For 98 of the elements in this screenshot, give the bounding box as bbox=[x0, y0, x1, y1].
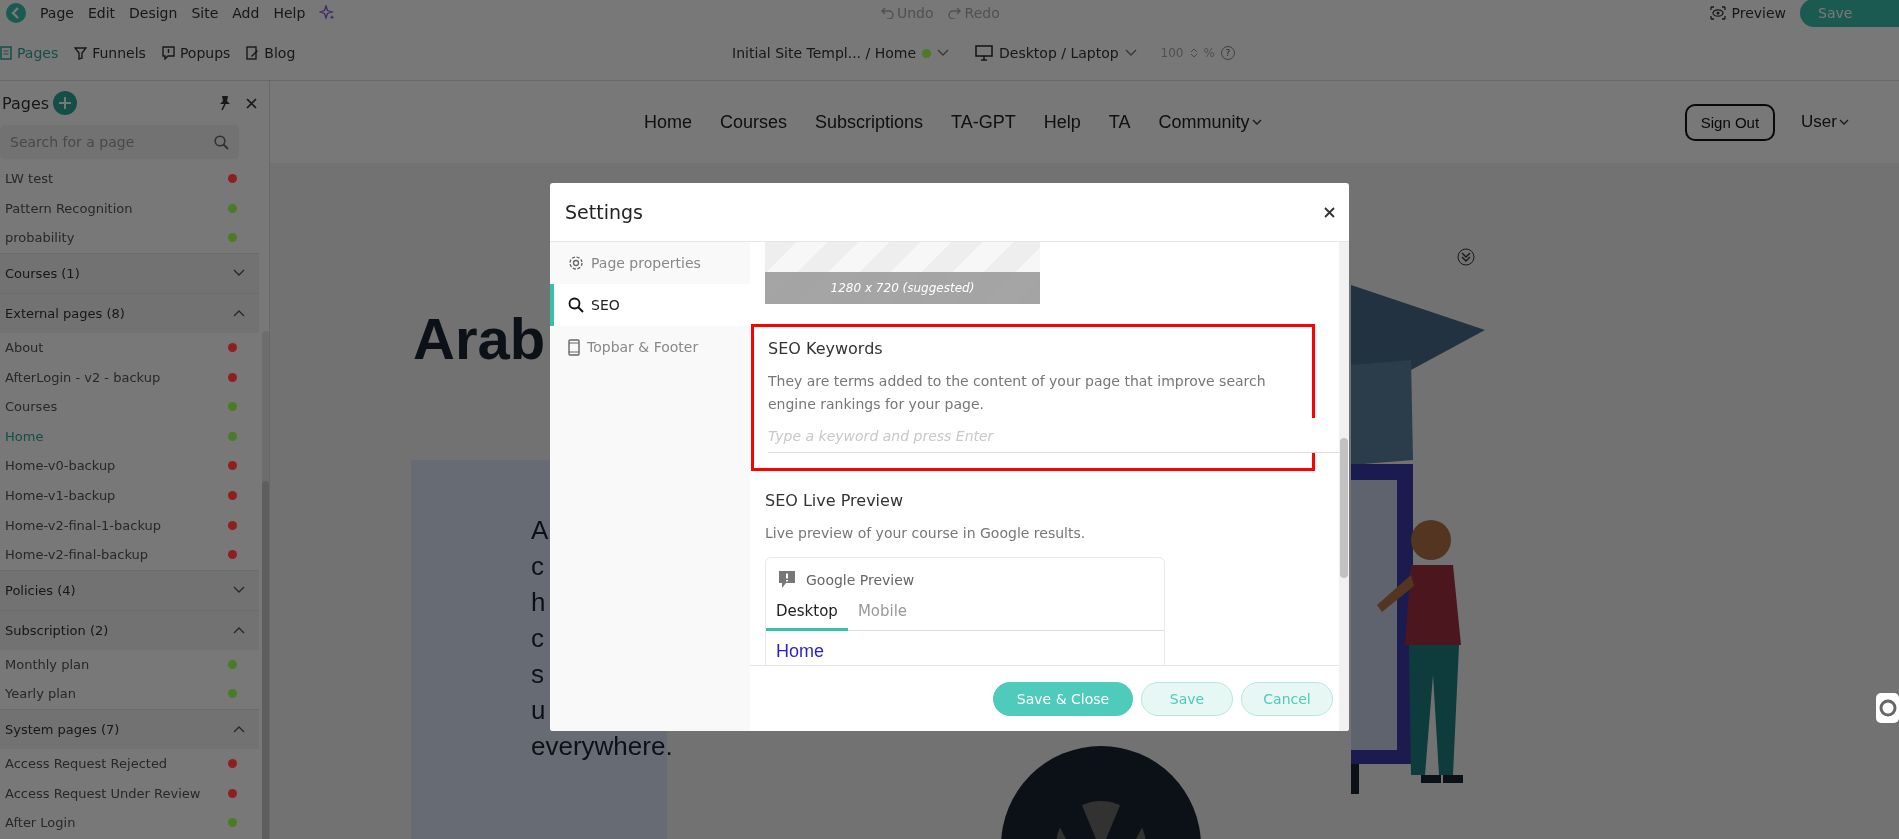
gear-icon bbox=[568, 255, 584, 271]
menu-item[interactable]: Help bbox=[273, 5, 306, 21]
chevron-down-icon bbox=[937, 49, 950, 57]
sidebar-entry[interactable]: Yearly plan bbox=[0, 679, 259, 709]
editor-tab[interactable]: Popups bbox=[161, 45, 231, 61]
hero-text: c bbox=[531, 550, 544, 583]
group-header[interactable]: Subscription (2) bbox=[0, 609, 259, 650]
section-description: Live preview of your course in Google results. bbox=[765, 524, 1087, 543]
nav-link[interactable]: TA-GPT bbox=[951, 111, 1016, 133]
tablet-icon bbox=[568, 338, 580, 356]
stepper-icon[interactable] bbox=[1189, 47, 1198, 59]
nav-link[interactable]: Home bbox=[644, 111, 692, 133]
sparkle-icon[interactable] bbox=[319, 5, 336, 21]
scrollbar-thumb[interactable] bbox=[1340, 438, 1348, 578]
sidebar-entry[interactable]: Courses bbox=[0, 391, 259, 422]
menu-item[interactable]: Design bbox=[129, 5, 178, 21]
sign-out-button[interactable]: Sign Out bbox=[1684, 103, 1776, 141]
pin-icon[interactable] bbox=[218, 95, 232, 111]
double-chevron-icon[interactable] bbox=[1457, 248, 1475, 266]
hero-text: c bbox=[531, 622, 544, 655]
hero-text: A bbox=[531, 514, 549, 547]
section-title: SEO Keywords bbox=[768, 339, 884, 358]
section-description: They are terms added to the content of your page that improve search engine rankings for your page. bbox=[768, 372, 1267, 414]
chat-widget-icon[interactable] bbox=[1876, 693, 1899, 723]
nav-link[interactable]: Courses bbox=[720, 111, 788, 133]
scrollbar-thumb[interactable] bbox=[262, 481, 269, 839]
device-selector[interactable]: Desktop / Laptop bbox=[975, 45, 1137, 61]
editor-tab[interactable]: Blog bbox=[246, 45, 296, 61]
nav-link[interactable]: Help bbox=[1043, 111, 1081, 133]
sidebar-entry[interactable]: After Login bbox=[0, 807, 259, 838]
sidebar-entry[interactable]: Home-v2-final-backup bbox=[0, 539, 259, 570]
group-header[interactable]: System pages (7) bbox=[0, 708, 259, 749]
menu-item[interactable]: Add bbox=[232, 5, 260, 21]
hero-text: u bbox=[531, 694, 546, 727]
caret-icon bbox=[1839, 119, 1849, 125]
filter-icon bbox=[74, 46, 88, 60]
close-icon[interactable] bbox=[1324, 206, 1335, 218]
nav-link[interactable]: Community bbox=[1158, 111, 1262, 133]
chevron-up-icon bbox=[233, 626, 245, 635]
sidebar-entry[interactable]: LW test bbox=[0, 164, 259, 194]
hero-heading: Arab bbox=[413, 305, 546, 372]
back-icon[interactable] bbox=[6, 3, 26, 23]
dialog-title: Settings bbox=[565, 201, 644, 223]
settings-tab[interactable]: SEO bbox=[550, 284, 750, 326]
chevron-down-icon bbox=[233, 586, 245, 595]
result-title-link[interactable]: Home bbox=[776, 641, 824, 661]
monitor-icon bbox=[975, 45, 994, 61]
document-icon bbox=[0, 46, 12, 60]
editor-tab[interactable]: Funnels bbox=[74, 45, 146, 61]
sidebar-entry[interactable]: Home-v0-backup bbox=[0, 451, 259, 481]
page-selector[interactable]: Initial Site Templ... / Home bbox=[732, 45, 950, 61]
sidebar-entry[interactable]: probability bbox=[0, 223, 259, 253]
preview-tab[interactable]: Mobile bbox=[847, 598, 918, 631]
panel-title: Pages bbox=[2, 93, 50, 113]
undo-icon bbox=[880, 7, 894, 19]
group-header[interactable]: Policies (4) bbox=[0, 569, 259, 610]
percent-label: % bbox=[1203, 46, 1215, 60]
user-menu[interactable]: User bbox=[1801, 112, 1849, 132]
image-placeholder[interactable]: 1280 x 720 (suggested) bbox=[765, 242, 1040, 304]
sidebar-entry[interactable]: Pattern Recognition bbox=[0, 193, 259, 224]
settings-tab[interactable]: Page properties bbox=[550, 242, 750, 284]
caret-icon bbox=[1251, 119, 1262, 125]
edit-icon bbox=[246, 46, 260, 60]
card-title: Google Preview bbox=[806, 572, 915, 588]
sidebar-entry[interactable]: AfterLogin - v2 - backup bbox=[0, 362, 259, 392]
menu-item[interactable]: Site bbox=[191, 5, 219, 21]
preview-button[interactable]: Preview bbox=[1709, 5, 1786, 21]
section-title: SEO Live Preview bbox=[765, 491, 904, 510]
nav-link[interactable]: TA bbox=[1108, 111, 1131, 133]
menu-item[interactable]: Edit bbox=[87, 5, 116, 21]
chevron-up-icon bbox=[233, 725, 245, 734]
sidebar-entry[interactable]: Home-v1-backup bbox=[0, 480, 259, 511]
hero-text: everywhere. bbox=[531, 730, 673, 763]
hero-text: s bbox=[531, 658, 544, 691]
chevron-down-icon bbox=[1124, 49, 1137, 57]
chevron-up-icon bbox=[233, 309, 245, 318]
dialog-button[interactable]: Save & Close bbox=[993, 681, 1133, 716]
feedback-icon bbox=[778, 570, 796, 590]
search-icon bbox=[214, 135, 229, 150]
plus-icon bbox=[58, 96, 73, 110]
nav-link[interactable]: Subscriptions bbox=[815, 111, 924, 133]
alert-icon bbox=[161, 46, 175, 60]
redo-icon bbox=[947, 7, 962, 19]
image-size-hint: 1280 x 720 (suggested) bbox=[830, 281, 975, 295]
sidebar-entry[interactable]: Access Request Under Review bbox=[0, 778, 259, 808]
settings-tab[interactable]: Topbar & Footer bbox=[550, 326, 750, 368]
add-button[interactable] bbox=[53, 91, 78, 115]
group-header[interactable]: External pages (8) bbox=[0, 292, 259, 333]
menu-item[interactable]: Page bbox=[40, 5, 74, 21]
sidebar-entry[interactable]: Home-v2-final-1-backup bbox=[0, 510, 259, 540]
chevron-down-icon bbox=[233, 269, 245, 278]
preview-tab[interactable]: Desktop bbox=[766, 598, 848, 631]
search-icon bbox=[568, 297, 584, 313]
editor-tab[interactable]: Pages bbox=[0, 45, 59, 61]
eye-icon bbox=[1709, 6, 1726, 20]
hero-text: h bbox=[531, 586, 546, 619]
group-header[interactable]: Courses (1) bbox=[0, 252, 259, 293]
sidebar-entry[interactable]: Home bbox=[0, 421, 259, 452]
